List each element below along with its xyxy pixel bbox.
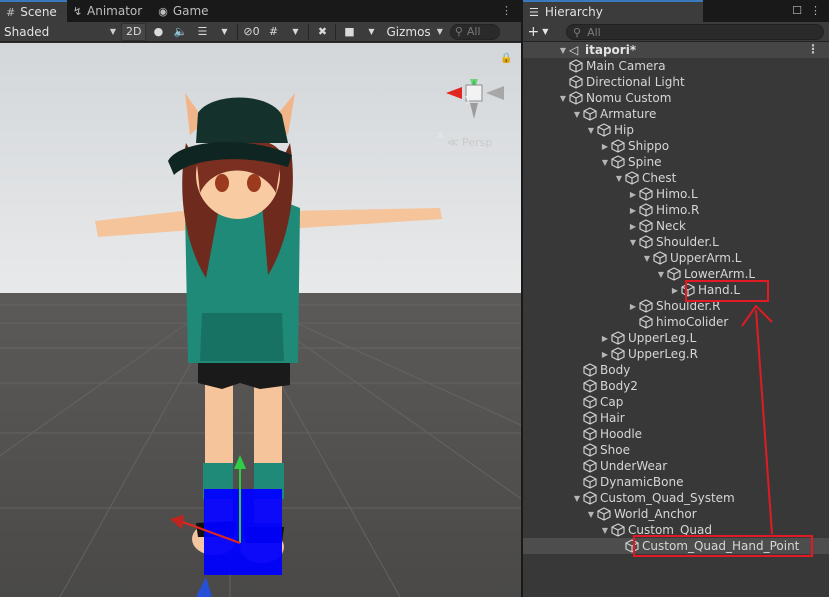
annotation-arrow bbox=[741, 304, 773, 535]
